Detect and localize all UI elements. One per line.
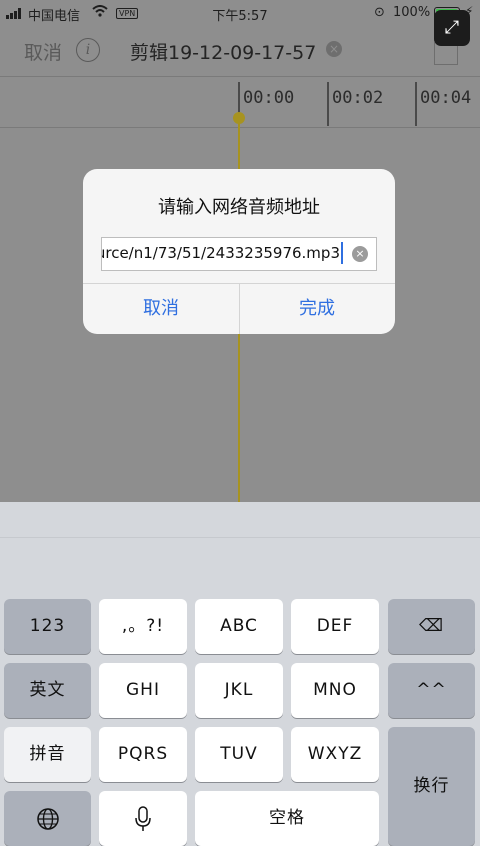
expand-icon[interactable]: ⤢ [434,10,470,46]
key-english[interactable]: 英文 [4,663,91,718]
audio-url-value[interactable]: ource/n1/73/51/2433235976.mp3 [102,244,340,262]
tick-label: 00:04 [420,88,472,108]
dialog-title: 请输入网络音频地址 [158,197,320,218]
key-jkl[interactable]: JKL [195,663,283,718]
key-wxyz[interactable]: WXYZ [291,727,379,782]
key-tuv[interactable]: TUV [195,727,283,782]
tick-label: 00:02 [332,88,384,108]
tick-label: 00:00 [243,88,295,108]
key-punctuation[interactable]: ,。?! [99,599,187,654]
dialog-confirm-button[interactable]: 完成 [239,283,395,334]
status-bar: 中国电信 VPN 下午5:57 ⊙ 100% ⚡ [0,0,480,26]
key-space[interactable]: 空格 [195,791,379,846]
dialog-cancel-button[interactable]: 取消 [83,283,239,334]
nav-cancel-button[interactable]: 取消 [24,38,62,65]
clear-input-icon[interactable]: × [352,246,368,262]
audio-url-dialog: 请输入网络音频地址 ource/n1/73/51/2433235976.mp3 … [83,169,395,334]
mic-icon[interactable] [99,791,187,846]
playhead-handle[interactable] [233,112,245,124]
candidate-bar [0,537,480,538]
key-pqrs[interactable]: PQRS [99,727,187,782]
audio-url-input[interactable]: ource/n1/73/51/2433235976.mp3 × [101,237,377,271]
key-def[interactable]: DEF [291,599,379,654]
key-pinyin[interactable]: 拼音 [4,727,91,782]
globe-icon[interactable] [4,791,91,846]
title-clear-icon[interactable]: × [326,41,342,57]
key-abc[interactable]: ABC [195,599,283,654]
clip-title[interactable]: 剪辑19-12-09-17-57 [130,38,316,65]
rotation-lock-icon: ⊙ [374,5,385,20]
key-emoticon[interactable]: ^^ [388,663,475,718]
backspace-icon[interactable]: ⌫ [388,599,475,654]
timeline-tick [327,82,329,126]
key-ghi[interactable]: GHI [99,663,187,718]
key-mno[interactable]: MNO [291,663,379,718]
battery-percent: 100% [393,5,431,20]
key-123[interactable]: 123 [4,599,91,654]
timeline-tick [415,82,417,126]
key-return[interactable]: 换行 [388,727,475,846]
text-caret [341,242,343,264]
info-icon[interactable]: i [76,38,100,62]
